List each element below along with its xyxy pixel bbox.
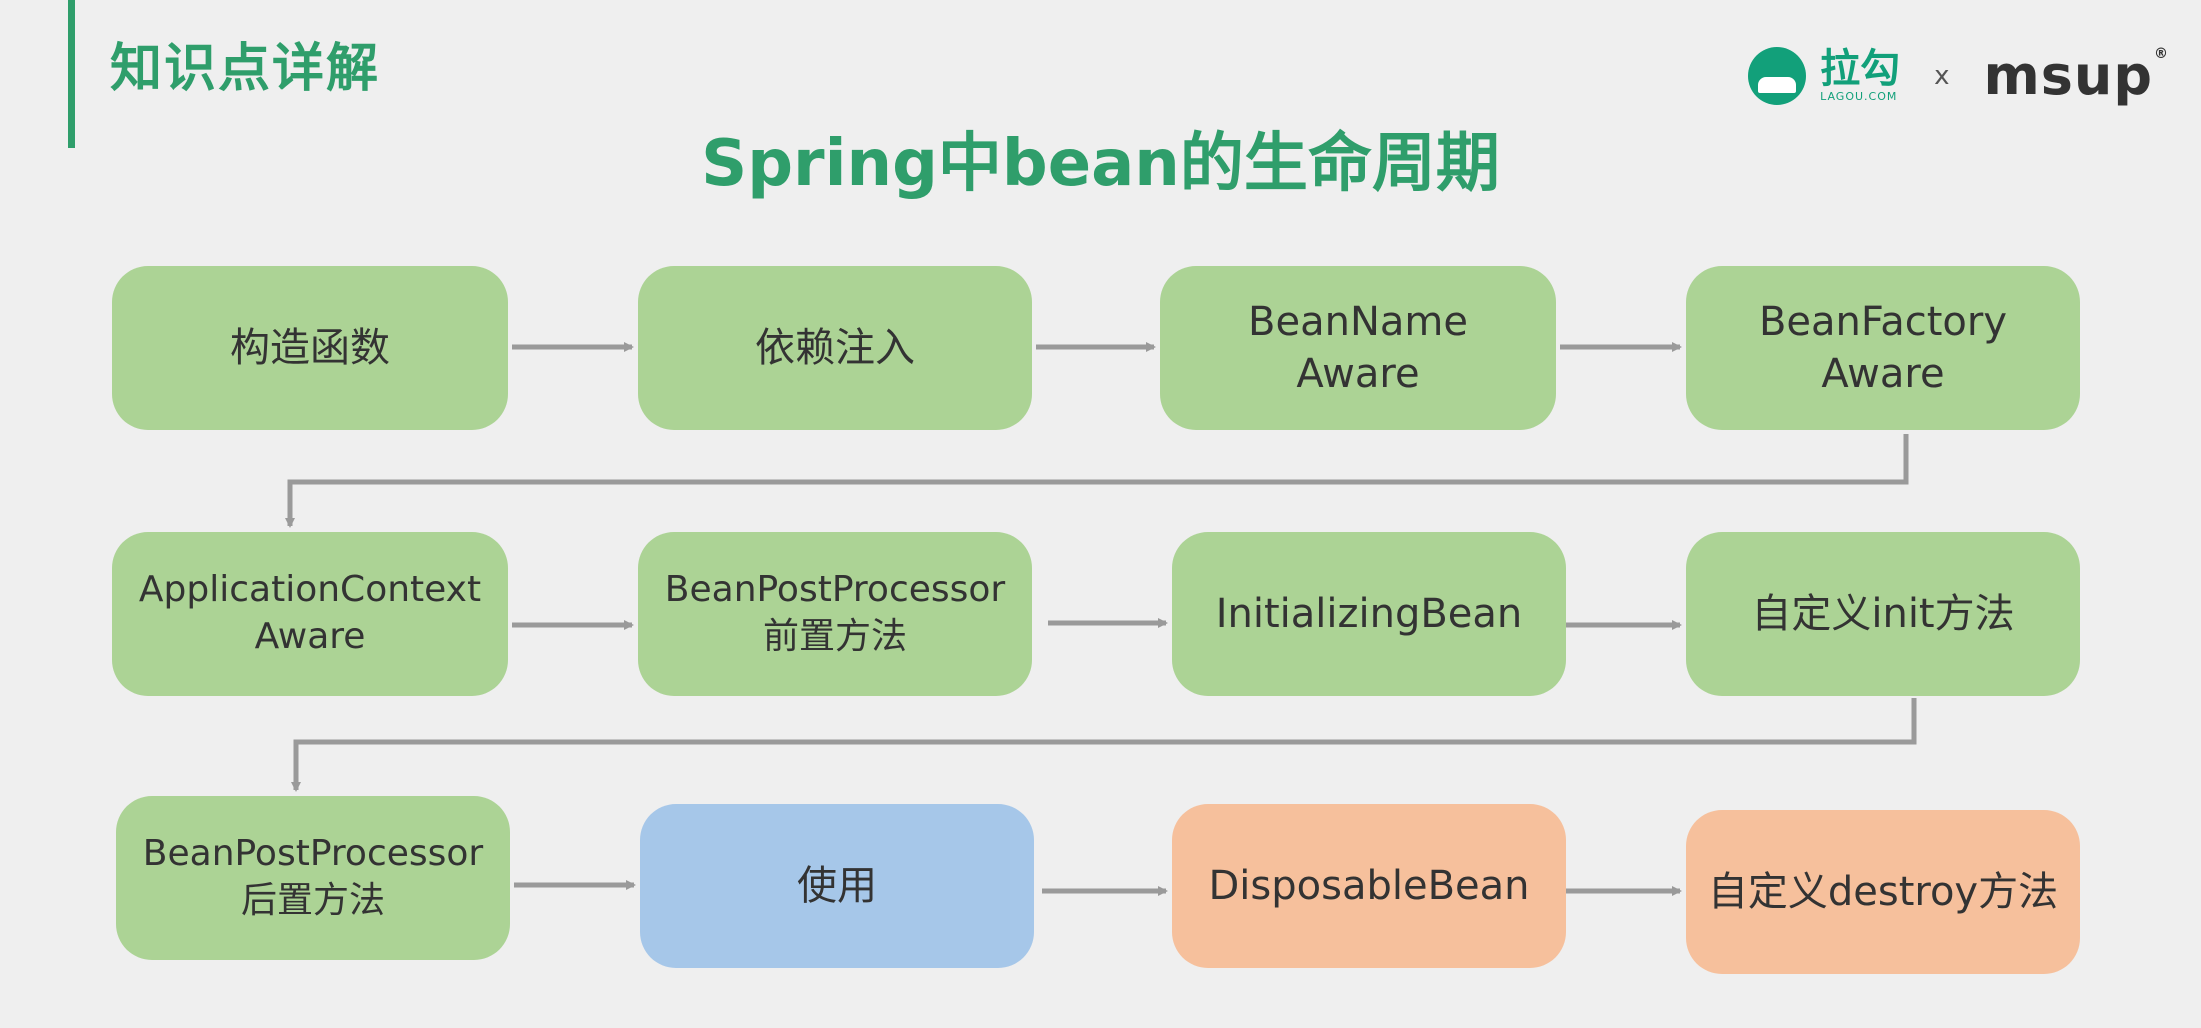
edge-n8-n9 (291, 698, 1917, 792)
node-beanname-aware: BeanName Aware (1160, 266, 1556, 430)
node-bpp-after: BeanPostProcessor 后置方法 (116, 796, 510, 960)
node-dependency-injection: 依赖注入 (638, 266, 1032, 430)
node-bpp-before: BeanPostProcessor 前置方法 (638, 532, 1032, 696)
node-initializingbean: InitializingBean (1172, 532, 1566, 696)
node-applicationcontext-aware: ApplicationContext Aware (112, 532, 508, 696)
node-disposablebean: DisposableBean (1172, 804, 1566, 968)
node-constructor: 构造函数 (112, 266, 508, 430)
node-beanfactory-aware: BeanFactory Aware (1686, 266, 2080, 430)
node-custom-destroy: 自定义destroy方法 (1686, 810, 2080, 974)
node-use: 使用 (640, 804, 1034, 968)
edge-n4-n5 (285, 434, 1909, 528)
node-custom-init: 自定义init方法 (1686, 532, 2080, 696)
